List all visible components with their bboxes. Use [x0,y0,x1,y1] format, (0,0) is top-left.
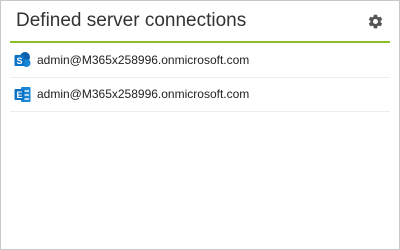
header-divider [10,41,390,43]
connection-label: admin@M365x258996.onmicrosoft.com [37,87,250,101]
list-item[interactable]: S admin@M365x258996.onmicrosoft.com [10,44,390,78]
svg-text:S: S [16,56,22,66]
exchange-icon: E [14,86,31,103]
panel-title: Defined server connections [16,10,247,31]
gear-icon[interactable] [367,13,384,30]
sharepoint-icon: S [14,52,31,69]
list-item[interactable]: E admin@M365x258996.onmicrosoft.com [10,78,390,112]
connection-label: admin@M365x258996.onmicrosoft.com [37,53,250,67]
server-connections-panel: Defined server connections S admin@M365x… [0,0,400,250]
connection-list: S admin@M365x258996.onmicrosoft.com E ad… [10,44,390,112]
panel-header: Defined server connections [1,1,399,43]
svg-text:E: E [16,90,22,100]
